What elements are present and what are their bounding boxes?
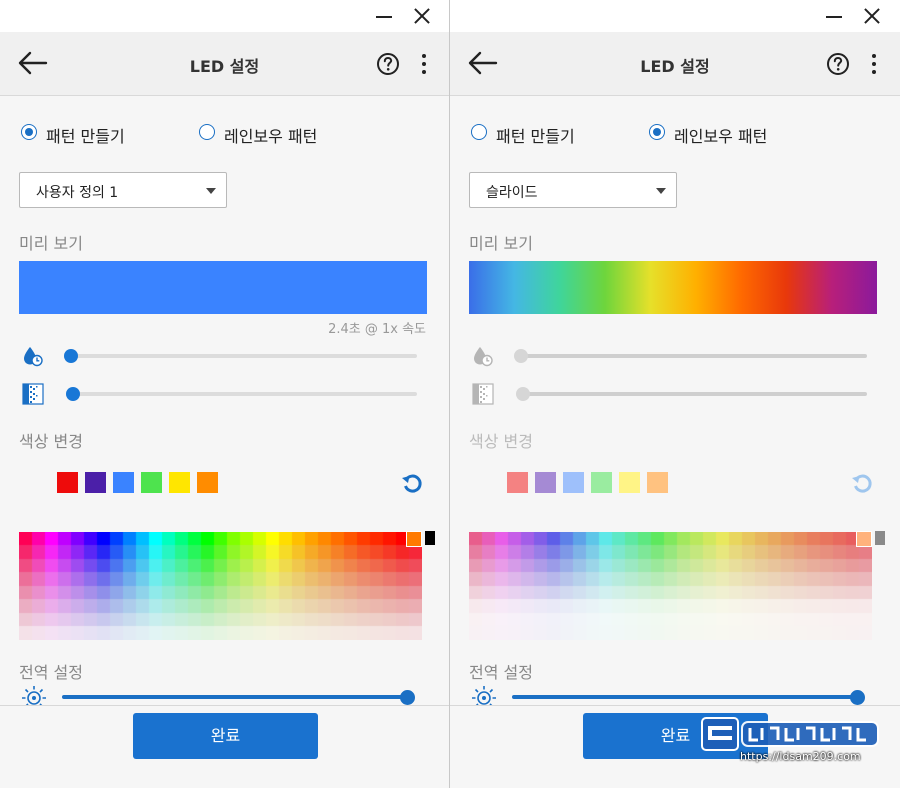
preview-bar: [19, 261, 427, 314]
selected-color-indicator: [856, 531, 872, 547]
header-bar: LED 설정: [450, 32, 900, 96]
color-change-label: 색상 변경: [19, 432, 83, 451]
close-icon[interactable]: [862, 6, 882, 26]
dropdown-value: 슬라이드: [486, 185, 538, 201]
color-swatch[interactable]: [113, 472, 134, 493]
color-palette[interactable]: [19, 532, 422, 640]
color-swatch: [591, 472, 612, 493]
color-swatch: [535, 472, 556, 493]
color-swatch[interactable]: [141, 472, 162, 493]
secondary-color-indicator: [425, 531, 435, 545]
help-icon[interactable]: [826, 52, 850, 76]
minimize-icon[interactable]: [826, 16, 842, 18]
pattern-dropdown[interactable]: 슬라이드: [469, 172, 677, 208]
global-settings-label: 전역 설정: [469, 663, 533, 682]
preview-label: 미리 보기: [19, 234, 83, 253]
brightness-slider-thumb[interactable]: [400, 690, 415, 705]
more-options-icon[interactable]: [870, 52, 878, 76]
radio-indicator[interactable]: [649, 124, 665, 140]
footer: 완료: [0, 705, 449, 788]
transition-slider-thumb: [516, 387, 530, 401]
color-swatch: [563, 472, 584, 493]
brightness-slider-track[interactable]: [512, 695, 858, 699]
chevron-down-icon: [206, 188, 216, 194]
reset-icon: [852, 474, 872, 493]
watermark-logo: https://ldsam209.com: [700, 716, 882, 766]
color-swatch: [647, 472, 668, 493]
secondary-color-indicator: [875, 531, 885, 545]
speed-drop-icon: [474, 347, 493, 367]
led-settings-panel-right: LED 설정 패턴 만들기 레인보우 패턴 슬라이드 미리 보기 색상 변경 전…: [450, 0, 900, 788]
color-swatch: [619, 472, 640, 493]
watermark-url: https://ldsam209.com: [740, 750, 861, 763]
header-bar: LED 설정: [0, 32, 449, 96]
speed-slider-track[interactable]: [71, 354, 417, 358]
brightness-slider-track[interactable]: [62, 695, 408, 699]
pattern-dropdown[interactable]: 사용자 정의 1: [19, 172, 227, 208]
color-picker-grid: [469, 532, 872, 640]
radio-label: 패턴 만들기: [46, 127, 125, 146]
close-icon[interactable]: [412, 6, 432, 26]
selected-color-indicator: [406, 531, 422, 547]
color-swatch[interactable]: [85, 472, 106, 493]
transition-icon: [472, 383, 494, 405]
color-swatch[interactable]: [169, 472, 190, 493]
more-options-icon[interactable]: [420, 52, 428, 76]
transition-slider-track: [521, 392, 867, 396]
speed-slider-thumb: [514, 349, 528, 363]
done-button[interactable]: 완료: [133, 713, 318, 759]
window-titlebar: [0, 0, 449, 32]
color-swatch: [507, 472, 528, 493]
radio-indicator[interactable]: [471, 124, 487, 140]
chevron-down-icon: [656, 188, 666, 194]
led-settings-panel-left: LED 설정 패턴 만들기 레인보우 패턴 사용자 정의 1 미리 보기 2.4…: [0, 0, 450, 788]
color-swatch[interactable]: [197, 472, 218, 493]
speed-drop-icon: [24, 347, 43, 367]
radio-indicator[interactable]: [21, 124, 37, 140]
color-picker-grid[interactable]: [19, 532, 422, 640]
transition-slider-thumb[interactable]: [66, 387, 80, 401]
radio-label: 레인보우 패턴: [674, 127, 768, 146]
global-settings-label: 전역 설정: [19, 663, 83, 682]
transition-slider-track[interactable]: [71, 392, 417, 396]
minimize-icon[interactable]: [376, 16, 392, 18]
brightness-slider-thumb[interactable]: [850, 690, 865, 705]
radio-label: 레인보우 패턴: [224, 127, 318, 146]
preview-label: 미리 보기: [469, 234, 533, 253]
preview-bar: [469, 261, 877, 314]
radio-indicator[interactable]: [199, 124, 215, 140]
color-palette: [469, 532, 872, 640]
color-change-label: 색상 변경: [469, 432, 533, 451]
radio-label: 패턴 만들기: [496, 127, 575, 146]
speed-text: 2.4초 @ 1x 속도: [328, 322, 426, 337]
speed-slider-thumb[interactable]: [64, 349, 78, 363]
dropdown-value: 사용자 정의 1: [36, 185, 119, 201]
color-swatch[interactable]: [57, 472, 78, 493]
speed-slider-track: [521, 354, 867, 358]
reset-icon[interactable]: [401, 472, 423, 494]
window-titlebar: [450, 0, 900, 32]
help-icon[interactable]: [376, 52, 400, 76]
watermark-logo-graphic: [701, 717, 879, 751]
transition-icon: [22, 383, 44, 405]
